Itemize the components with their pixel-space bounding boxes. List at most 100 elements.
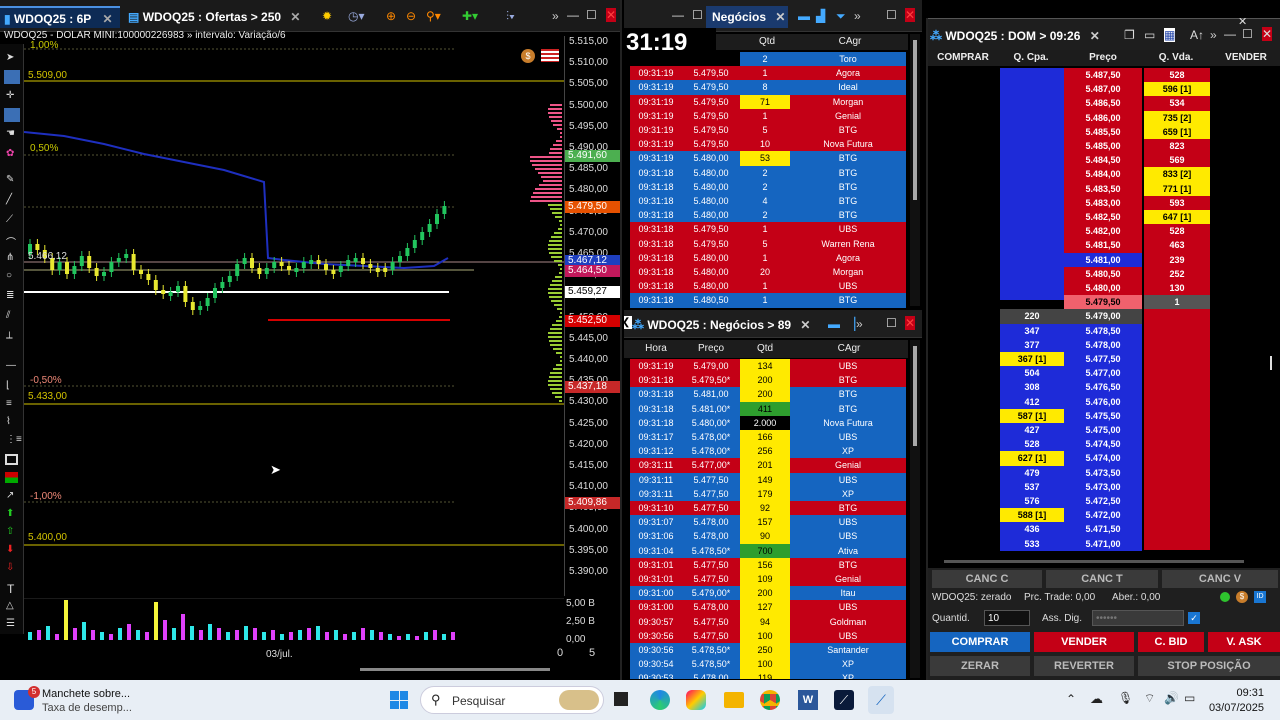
dom-row[interactable]: 5.471,50 436 [928, 522, 1280, 537]
dom-price[interactable]: 5.478,00 [1064, 337, 1142, 352]
trade-row[interactable]: 09:31:18 5.479,50 5 Warren Rena [630, 236, 908, 251]
dom-row[interactable]: 5.473,00 537 [928, 479, 1280, 494]
sell-ask-button[interactable]: V. ASK [1208, 632, 1280, 652]
trade-row[interactable]: 09:31:00 5.479,00* 200 Itau [630, 586, 908, 601]
dom-buy-qty[interactable]: 347 [1000, 323, 1064, 338]
volume-icon[interactable]: 🔊 [1164, 691, 1179, 705]
dom-row[interactable]: 5.482,00 528 [928, 224, 1280, 239]
lines-icon[interactable]: ≡ [6, 398, 12, 409]
dom-price[interactable]: 5.475,50 [1064, 408, 1142, 423]
dom-buy-qty[interactable]: 588 [1] [1000, 508, 1064, 523]
dom-row[interactable]: 5.476,00 412 [928, 394, 1280, 409]
dom-sell-qty[interactable]: 771 [1] [1144, 181, 1210, 196]
trade-row[interactable]: 09:31:18 5.480,00 2 BTG [630, 208, 908, 223]
close-icon[interactable]: ✕ [905, 316, 916, 330]
trendline-icon[interactable]: ⟋ [6, 214, 13, 225]
wifi-icon[interactable]: ⌔ [1144, 691, 1155, 706]
price-chart[interactable] [24, 44, 564, 596]
trade-row[interactable]: 09:31:18 5.480,00 2 BTG [630, 179, 908, 194]
dom-buy-qty[interactable]: 587 [1] [1000, 408, 1064, 423]
vertical-scrollbar[interactable] [910, 340, 920, 678]
dom-price[interactable]: 5.481,50 [1064, 238, 1142, 253]
hline-icon[interactable]: — [6, 360, 16, 371]
palette-icon[interactable]: ✿ [6, 148, 14, 159]
quantity-input[interactable] [984, 610, 1030, 626]
zoom-in-icon[interactable]: ⊕ [386, 9, 396, 23]
more-icon[interactable]: » [1210, 28, 1217, 42]
stop-position-button[interactable]: STOP POSIÇÃO [1138, 656, 1280, 676]
fan-icon[interactable]: ⋔ [6, 252, 14, 263]
more-icon[interactable]: » [856, 317, 863, 331]
dom-sell-qty[interactable]: 463 [1144, 238, 1210, 253]
trade-row[interactable]: 09:31:01 5.477,50 156 BTG [630, 557, 908, 572]
cursor-icon[interactable]: ➤ [6, 52, 14, 63]
up-arrow-icon[interactable]: ⬆ [6, 508, 14, 519]
dom-row[interactable]: 5.473,50 479 [928, 465, 1280, 480]
dom-row[interactable]: 5.485,00 823 [928, 139, 1280, 154]
trade-row[interactable]: 09:31:18 5.480,00 1 Agora [630, 250, 908, 265]
file-explorer-icon[interactable] [724, 692, 744, 708]
dom-row[interactable]: 5.479,50 1 [928, 295, 1280, 310]
trade-row[interactable]: 09:30:53 5.478,00 119 XP [630, 671, 908, 679]
dom-price[interactable]: 5.479,00 [1064, 309, 1142, 324]
dom-row[interactable]: 5.471,00 533 [928, 536, 1280, 551]
minimize-icon[interactable]: — [567, 8, 579, 22]
trade-row[interactable]: 09:31:18 5.481,00 200 BTG [630, 387, 908, 402]
vertical-scrollbar[interactable] [910, 34, 920, 306]
dom-price[interactable]: 5.472,00 [1064, 508, 1142, 523]
dom-row[interactable]: 5.484,50 569 [928, 153, 1280, 168]
dom-row[interactable]: 5.474,50 528 [928, 437, 1280, 452]
rectangle-icon[interactable] [5, 454, 18, 465]
arrow-icon[interactable]: ↗ [6, 490, 14, 501]
trades-bottom-tab[interactable]: ⁂ WDOQ25 : Negócios > 89 ✕ [632, 314, 818, 336]
trade-row[interactable]: 09:31:01 5.477,50 109 Genial [630, 572, 908, 587]
trade-row[interactable]: 09:31:18 5.480,00 4 BTG [630, 194, 908, 209]
crosshair-icon[interactable]: ✛ [6, 90, 14, 101]
hand-icon[interactable] [4, 108, 20, 122]
minimize-icon[interactable]: — [1224, 27, 1236, 41]
brush-icon[interactable]: ⌇ [6, 416, 11, 427]
trade-row[interactable]: 09:30:54 5.478,50* 100 XP [630, 657, 908, 672]
dom-sell-qty[interactable]: 252 [1144, 266, 1210, 281]
down-arrow-icon[interactable]: ⬇ [6, 544, 14, 555]
trade-row[interactable]: 09:30:57 5.477,50 94 Goldman [630, 614, 908, 629]
dom-row[interactable]: 5.481,00 239 [928, 252, 1280, 267]
maximize-icon[interactable]: ☐ [586, 8, 597, 22]
trade-row[interactable]: 09:31:19 5.479,00 134 UBS [630, 359, 908, 374]
indicators-icon[interactable]: ⫶▾ [506, 9, 515, 24]
dom-sell-qty[interactable]: 569 [1144, 153, 1210, 168]
close-icon[interactable]: ✕ [775, 10, 785, 24]
dom-buy-qty[interactable]: 308 [1000, 380, 1064, 395]
buy-bid-button[interactable]: C. BID [1138, 632, 1204, 652]
dom-price[interactable]: 5.485,00 [1064, 139, 1142, 154]
trade-row[interactable]: 09:31:11 5.477,50 179 XP [630, 486, 908, 501]
font-size-icon[interactable]: A↑ [1190, 28, 1204, 42]
dom-price[interactable]: 5.485,50 [1064, 124, 1142, 139]
trade-row[interactable]: 09:31:18 5.480,50 1 BTG [630, 293, 908, 308]
dom-sell-qty[interactable]: 833 [2] [1144, 167, 1210, 182]
trade-row[interactable]: 09:31:19 5.479,50 1 Agora [630, 66, 908, 81]
dom-buy-qty[interactable]: 412 [1000, 394, 1064, 409]
color-bar-icon[interactable] [5, 472, 18, 483]
down-arrow-icon[interactable]: ⇩ [6, 562, 14, 573]
horizontal-scrollbar[interactable] [360, 668, 550, 671]
maximize-icon[interactable]: ☐ [1242, 27, 1253, 41]
cancel-sell-button[interactable]: CANC V [1162, 570, 1278, 588]
dom-row[interactable]: 5.487,00 596 [1] [928, 82, 1280, 97]
dom-row[interactable]: 5.485,50 659 [1] [928, 124, 1280, 139]
dom-price[interactable]: 5.476,00 [1064, 394, 1142, 409]
trade-row[interactable]: 09:31:18 5.479,50* 200 BTG [630, 373, 908, 388]
dom-sell-qty[interactable]: 534 [1144, 96, 1210, 111]
trade-row[interactable]: 09:31:11 5.477,50 149 UBS [630, 472, 908, 487]
horizontal-scrollbar[interactable] [944, 560, 1244, 563]
dom-price[interactable]: 5.473,00 [1064, 479, 1142, 494]
dom-row[interactable]: 5.478,00 377 [928, 337, 1280, 352]
up-arrow-icon[interactable]: ⇧ [6, 526, 14, 537]
dom-price[interactable]: 5.471,00 [1064, 536, 1142, 551]
dom-price[interactable]: 5.478,50 [1064, 323, 1142, 338]
dom-buy-qty[interactable]: 504 [1000, 366, 1064, 381]
side-scroll-icon[interactable] [1270, 356, 1272, 370]
select-icon[interactable] [4, 70, 20, 84]
news-widget[interactable]: 5 Manchete sobre... Taxa de desemp... [12, 686, 172, 716]
clock-icon[interactable]: ◷▾ [348, 9, 365, 23]
